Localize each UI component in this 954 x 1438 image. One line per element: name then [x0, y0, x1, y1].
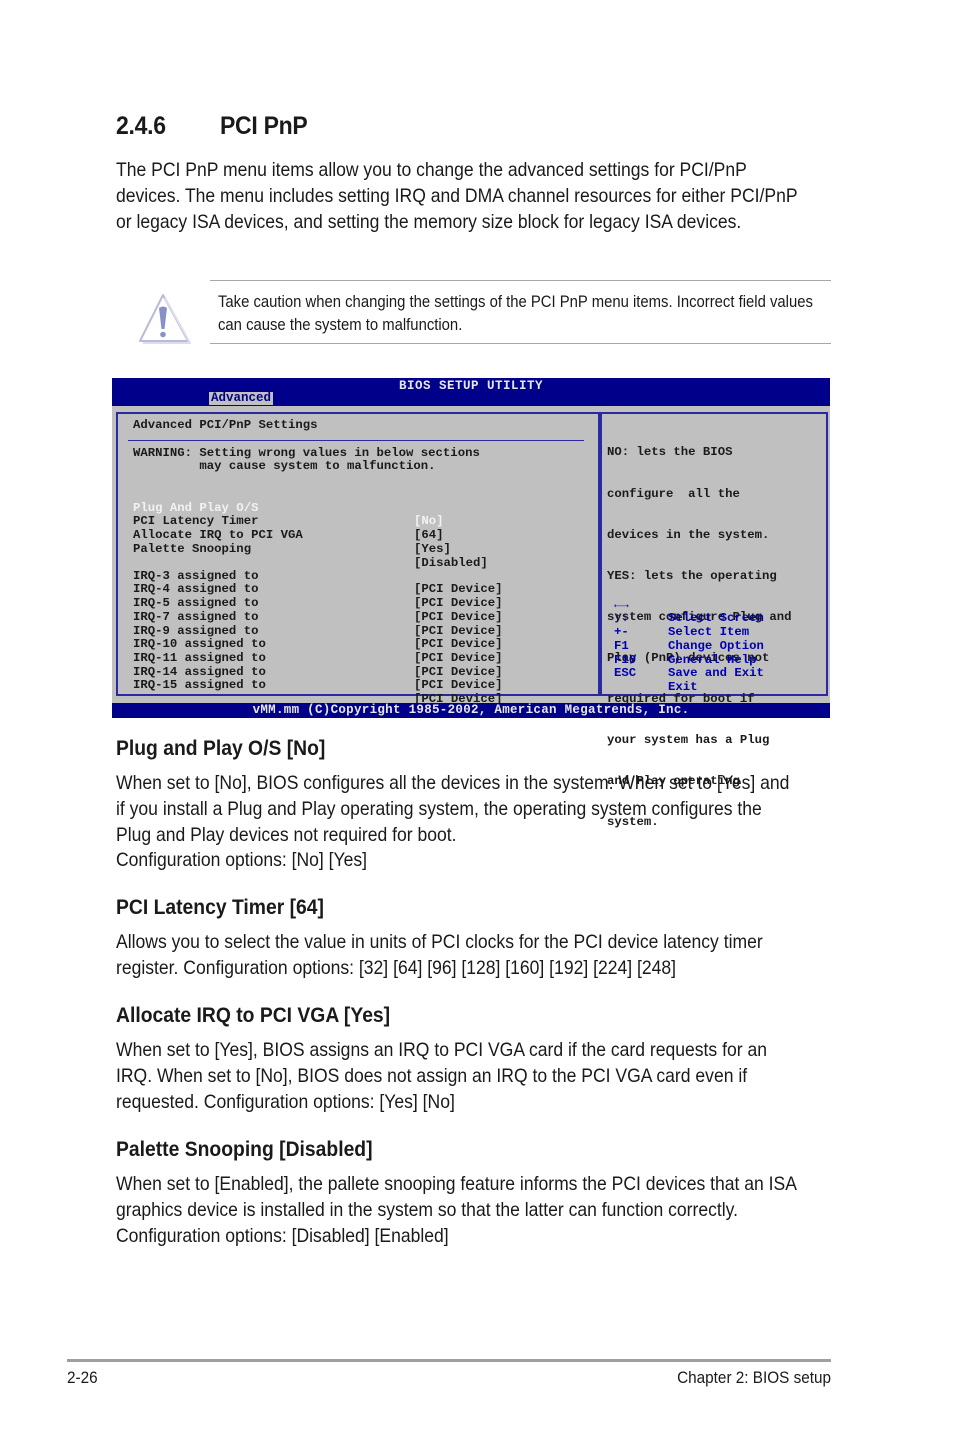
key-esc: ESC	[614, 666, 637, 681]
help-line: configure all the	[607, 486, 740, 501]
irq-value[interactable]: [PCI Device]	[414, 610, 503, 625]
item-body-palette-snooping: When set to [Enabled], the pallete snoop…	[116, 1173, 796, 1247]
key-description: Save and Exit	[668, 666, 764, 681]
setting-row-palette-snooping[interactable]: Palette Snooping [Disabled]	[133, 529, 488, 569]
key-legend-row: F10 Save and Exit	[614, 640, 814, 680]
item-heading-allocate-irq: Allocate IRQ to PCI VGA [Yes]	[116, 1004, 391, 1027]
irq-row[interactable]: IRQ-10 assigned to [PCI Device]	[133, 625, 503, 664]
key-legend-row: +- Change Option	[614, 612, 814, 652]
irq-row[interactable]: IRQ-14 assigned to [PCI Device]	[133, 652, 503, 692]
irq-row[interactable]: IRQ-4 assigned to [PCI Device]	[133, 570, 503, 610]
key-legend-row: ESC Exit	[614, 654, 814, 693]
setting-row-pci-latency[interactable]: PCI Latency Timer [64]	[133, 502, 444, 542]
irq-value[interactable]: [PCI Device]	[414, 596, 503, 611]
irq-value[interactable]: [PCI Device]	[414, 679, 503, 693]
item-body-plug-and-play: When set to [No], BIOS configures all th…	[116, 771, 800, 874]
item-body-pci-latency: Allows you to select the value in units …	[116, 931, 763, 979]
chapter-label: Chapter 2: BIOS setup	[677, 1368, 831, 1387]
bios-header: BIOS SETUP UTILITY Advanced	[112, 378, 830, 406]
setting-row-allocate-irq[interactable]: Allocate IRQ to PCI VGA [Yes]	[133, 515, 451, 555]
caution-text: Take caution when changing the settings …	[218, 293, 813, 334]
bios-copyright-footer: vMM.mm (C)Copyright 1985-2002, American …	[112, 703, 830, 718]
irq-row[interactable]: IRQ-3 assigned to [PCI Device]	[133, 556, 503, 596]
bios-settings-panel: Advanced PCI/PnP Settings WARNING: Setti…	[116, 412, 600, 706]
page-number: 2-26	[67, 1368, 98, 1387]
item-body-text: When set to [No], BIOS configures all th…	[116, 772, 790, 846]
item-heading-pci-latency: PCI Latency Timer [64]	[116, 896, 324, 919]
irq-value[interactable]: [PCI Device]	[414, 624, 503, 639]
section-title: PCI PnP	[219, 112, 308, 140]
tab-advanced[interactable]: Advanced	[209, 392, 274, 405]
irq-value[interactable]: [PCI Device]	[414, 665, 503, 680]
setting-value[interactable]: [Disabled]	[414, 556, 488, 571]
item-body-allocate-irq: When set to [Yes], BIOS assigns an IRQ t…	[116, 1039, 767, 1113]
bios-help-panel: NO: lets the BIOS configure all the devi…	[600, 412, 828, 829]
item-options-text: Configuration options: [No] [Yes]	[116, 849, 368, 872]
setting-row-plug-and-play[interactable]: Plug And Play O/S [No]	[133, 488, 444, 528]
irq-row[interactable]: IRQ-15 assigned to [PCI Device]	[133, 666, 503, 706]
item-heading-palette-snooping: Palette Snooping [Disabled]	[116, 1138, 373, 1161]
panel-title: Advanced PCI/PnP Settings	[133, 418, 318, 432]
key-description: Exit	[668, 679, 698, 694]
item-heading-plug-and-play: Plug and Play O/S [No]	[116, 737, 326, 760]
intro-paragraph: The PCI PnP menu items allow you to chan…	[116, 159, 798, 233]
help-line: your system has a Plug	[607, 733, 770, 748]
irq-label: IRQ-15 assigned to	[133, 678, 266, 693]
key-legend-row: ↑↓ Select Item	[614, 599, 814, 639]
irq-value[interactable]: [PCI Device]	[414, 637, 503, 652]
irq-row[interactable]: IRQ-7 assigned to [PCI Device]	[133, 597, 503, 637]
key-legend: ←→ Select Screen ↑↓ Select Item +- Chang…	[614, 585, 764, 695]
setting-value[interactable]: [64]	[414, 528, 444, 543]
panel-divider	[128, 440, 584, 441]
help-line: NO: lets the BIOS	[607, 445, 733, 460]
help-line: devices in the system.	[607, 527, 770, 542]
irq-row[interactable]: IRQ-9 assigned to [PCI Device]	[133, 611, 503, 651]
key-legend-row: ←→ Select Screen	[614, 585, 814, 625]
caution-note: Take caution when changing the settings …	[210, 280, 831, 344]
key-legend-row: F1 General Help	[614, 626, 814, 666]
setting-value[interactable]: [Yes]	[414, 542, 451, 557]
irq-value[interactable]: [PCI Device]	[414, 651, 503, 666]
setting-value[interactable]: [No]	[414, 515, 444, 529]
irq-value[interactable]: [PCI Device]	[414, 583, 503, 597]
irq-row[interactable]: IRQ-11 assigned to [PCI Device]	[133, 638, 503, 678]
warning-line-2: may cause system to malfunction.	[133, 459, 436, 473]
setting-label: Palette Snooping	[133, 541, 252, 556]
section-number: 2.4.6	[116, 112, 166, 140]
warning-triangle-icon	[139, 294, 191, 344]
footer-divider	[67, 1359, 831, 1362]
section-heading: 2.4.6 PCI PnP	[116, 112, 308, 141]
help-line: YES: lets the operating	[607, 568, 777, 583]
irq-row[interactable]: IRQ-5 assigned to [PCI Device]	[133, 583, 503, 623]
bios-screen: BIOS SETUP UTILITY Advanced Advanced PCI…	[112, 378, 830, 829]
